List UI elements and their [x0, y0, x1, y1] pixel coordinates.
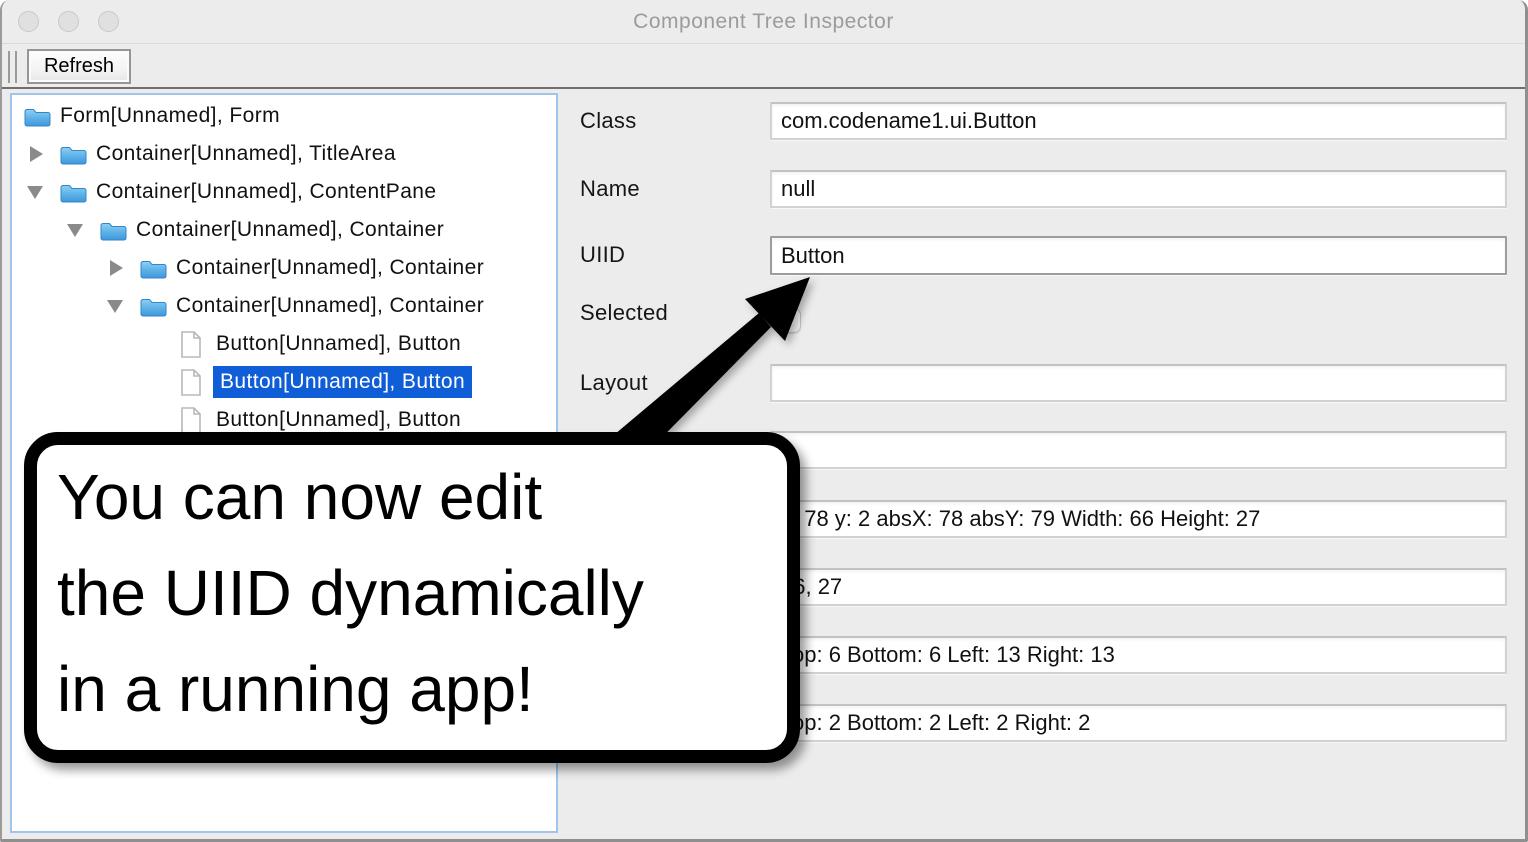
margin-field[interactable] — [770, 704, 1507, 742]
inspector-row-name: Name — [558, 170, 1525, 208]
tree-item-label: Container[Unnamed], Container — [176, 294, 484, 318]
tree-row-selected[interactable]: Button[Unnamed], Button — [12, 363, 556, 401]
tree-row[interactable]: Container[Unnamed], Container — [12, 249, 556, 287]
padding-field[interactable] — [770, 636, 1507, 674]
tree-row[interactable]: Button[Unnamed], Button — [12, 325, 556, 363]
folder-icon — [140, 257, 168, 279]
disclosure-collapsed-icon[interactable] — [104, 260, 140, 276]
name-field[interactable] — [770, 170, 1507, 208]
inspector-row-class: Class — [558, 102, 1525, 140]
window-title: Component Tree Inspector — [2, 0, 1525, 44]
tree-item-label: Container[Unnamed], Container — [136, 218, 444, 242]
bounds-field[interactable] — [770, 500, 1507, 538]
tree-item-label: Button[Unnamed], Button — [216, 332, 461, 356]
disclosure-collapsed-icon[interactable] — [24, 146, 60, 162]
layout-field[interactable] — [770, 364, 1507, 402]
file-icon — [180, 369, 208, 396]
tree-item-label: Container[Unnamed], Container — [176, 256, 484, 280]
title-bar: Component Tree Inspector — [2, 0, 1525, 44]
callout-line: You can now edit — [57, 449, 787, 545]
disclosure-expanded-icon[interactable] — [24, 186, 60, 199]
folder-icon — [140, 295, 168, 317]
constraint-field[interactable] — [770, 431, 1507, 469]
refresh-button[interactable]: Refresh — [27, 49, 131, 84]
tree-row[interactable]: Container[Unnamed], Container — [12, 211, 556, 249]
disclosure-expanded-icon[interactable] — [64, 224, 100, 237]
tree-item-label: Container[Unnamed], ContentPane — [96, 180, 436, 204]
tree-item-label: Button[Unnamed], Button — [213, 366, 472, 398]
name-label: Name — [580, 170, 640, 208]
size-field[interactable] — [770, 568, 1507, 606]
tree-row[interactable]: Container[Unnamed], ContentPane — [12, 173, 556, 211]
callout-line: in a running app! — [57, 641, 787, 737]
toolbar-drag-handle-icon[interactable] — [8, 51, 17, 83]
tree-item-label: Container[Unnamed], TitleArea — [96, 142, 396, 166]
tree-row[interactable]: Form[Unnamed], Form — [12, 97, 556, 135]
callout-bubble: You can now edit the UIID dynamically in… — [24, 432, 800, 763]
tree-row[interactable]: Container[Unnamed], TitleArea — [12, 135, 556, 173]
tree-row[interactable]: Container[Unnamed], Container — [12, 287, 556, 325]
file-icon — [180, 331, 208, 358]
folder-icon — [100, 219, 128, 241]
class-label: Class — [580, 102, 637, 140]
folder-icon — [24, 105, 52, 127]
class-field[interactable] — [770, 102, 1507, 140]
tree-item-label: Button[Unnamed], Button — [216, 408, 461, 432]
disclosure-expanded-icon[interactable] — [104, 300, 140, 313]
app-window: Component Tree Inspector Refresh Form[Un… — [0, 0, 1528, 842]
file-icon — [180, 407, 208, 434]
tree-item-label: Form[Unnamed], Form — [60, 104, 280, 128]
folder-icon — [60, 181, 88, 203]
toolbar: Refresh — [2, 45, 1525, 89]
callout-line: the UIID dynamically — [57, 545, 787, 641]
uiid-field[interactable] — [770, 236, 1507, 275]
folder-icon — [60, 143, 88, 165]
